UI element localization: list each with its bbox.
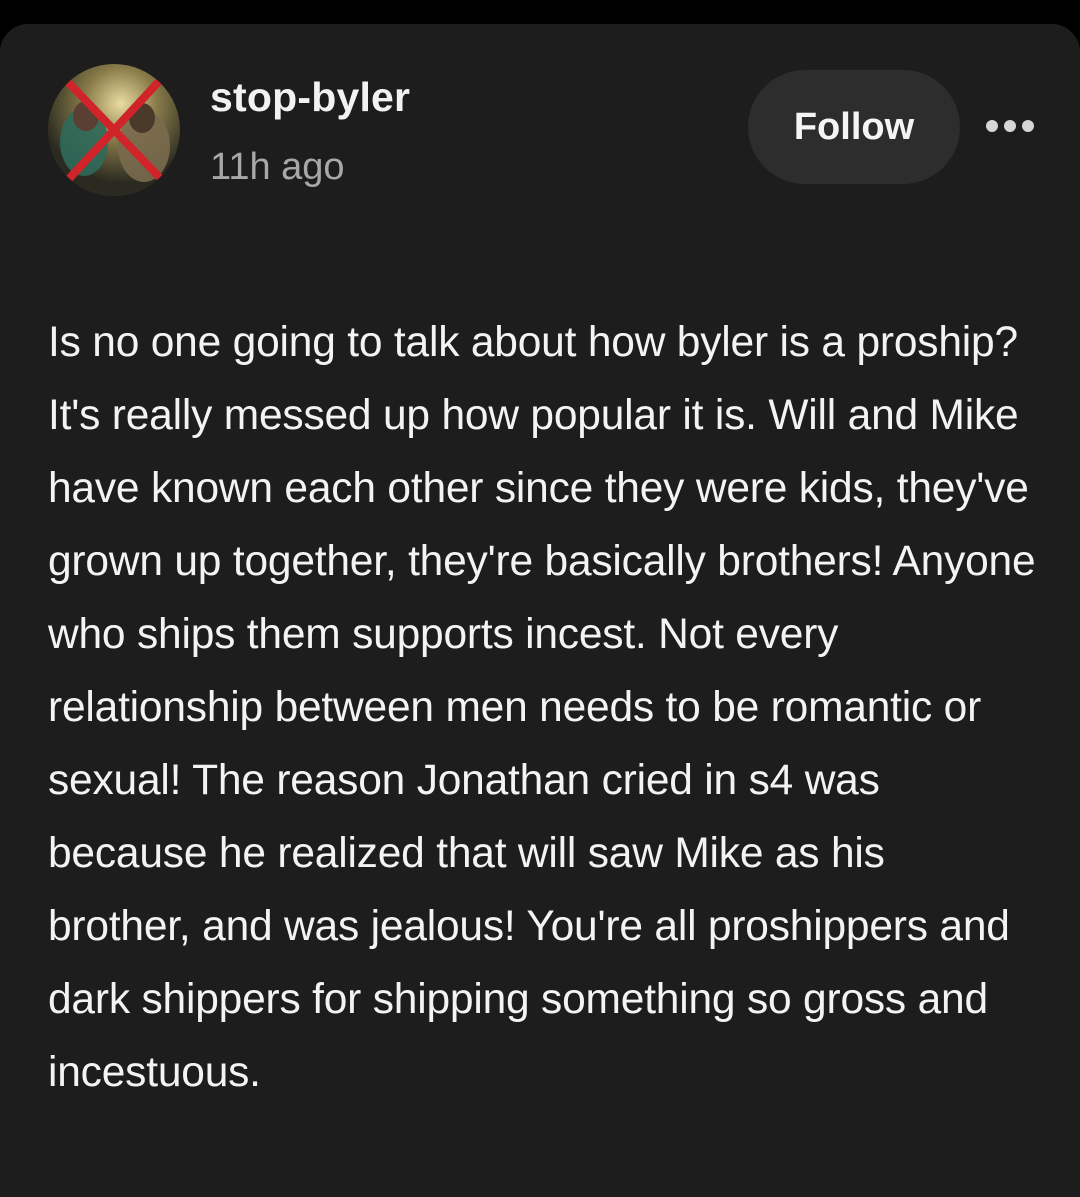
- more-dot: [1004, 120, 1016, 132]
- more-dot: [986, 120, 998, 132]
- more-dot: [1022, 120, 1034, 132]
- post-text: Is no one going to talk about how byler …: [48, 319, 1036, 1096]
- author-username[interactable]: stop-byler: [210, 74, 410, 121]
- post-timestamp: 11h ago: [210, 146, 345, 188]
- avatar-crossed-out-photo-icon: [48, 64, 180, 196]
- post-card: stop-byler 11h ago Follow Is no one goin…: [0, 24, 1080, 1197]
- more-options-icon[interactable]: [978, 106, 1042, 146]
- follow-button[interactable]: Follow: [748, 70, 960, 184]
- author-avatar[interactable]: [48, 64, 180, 196]
